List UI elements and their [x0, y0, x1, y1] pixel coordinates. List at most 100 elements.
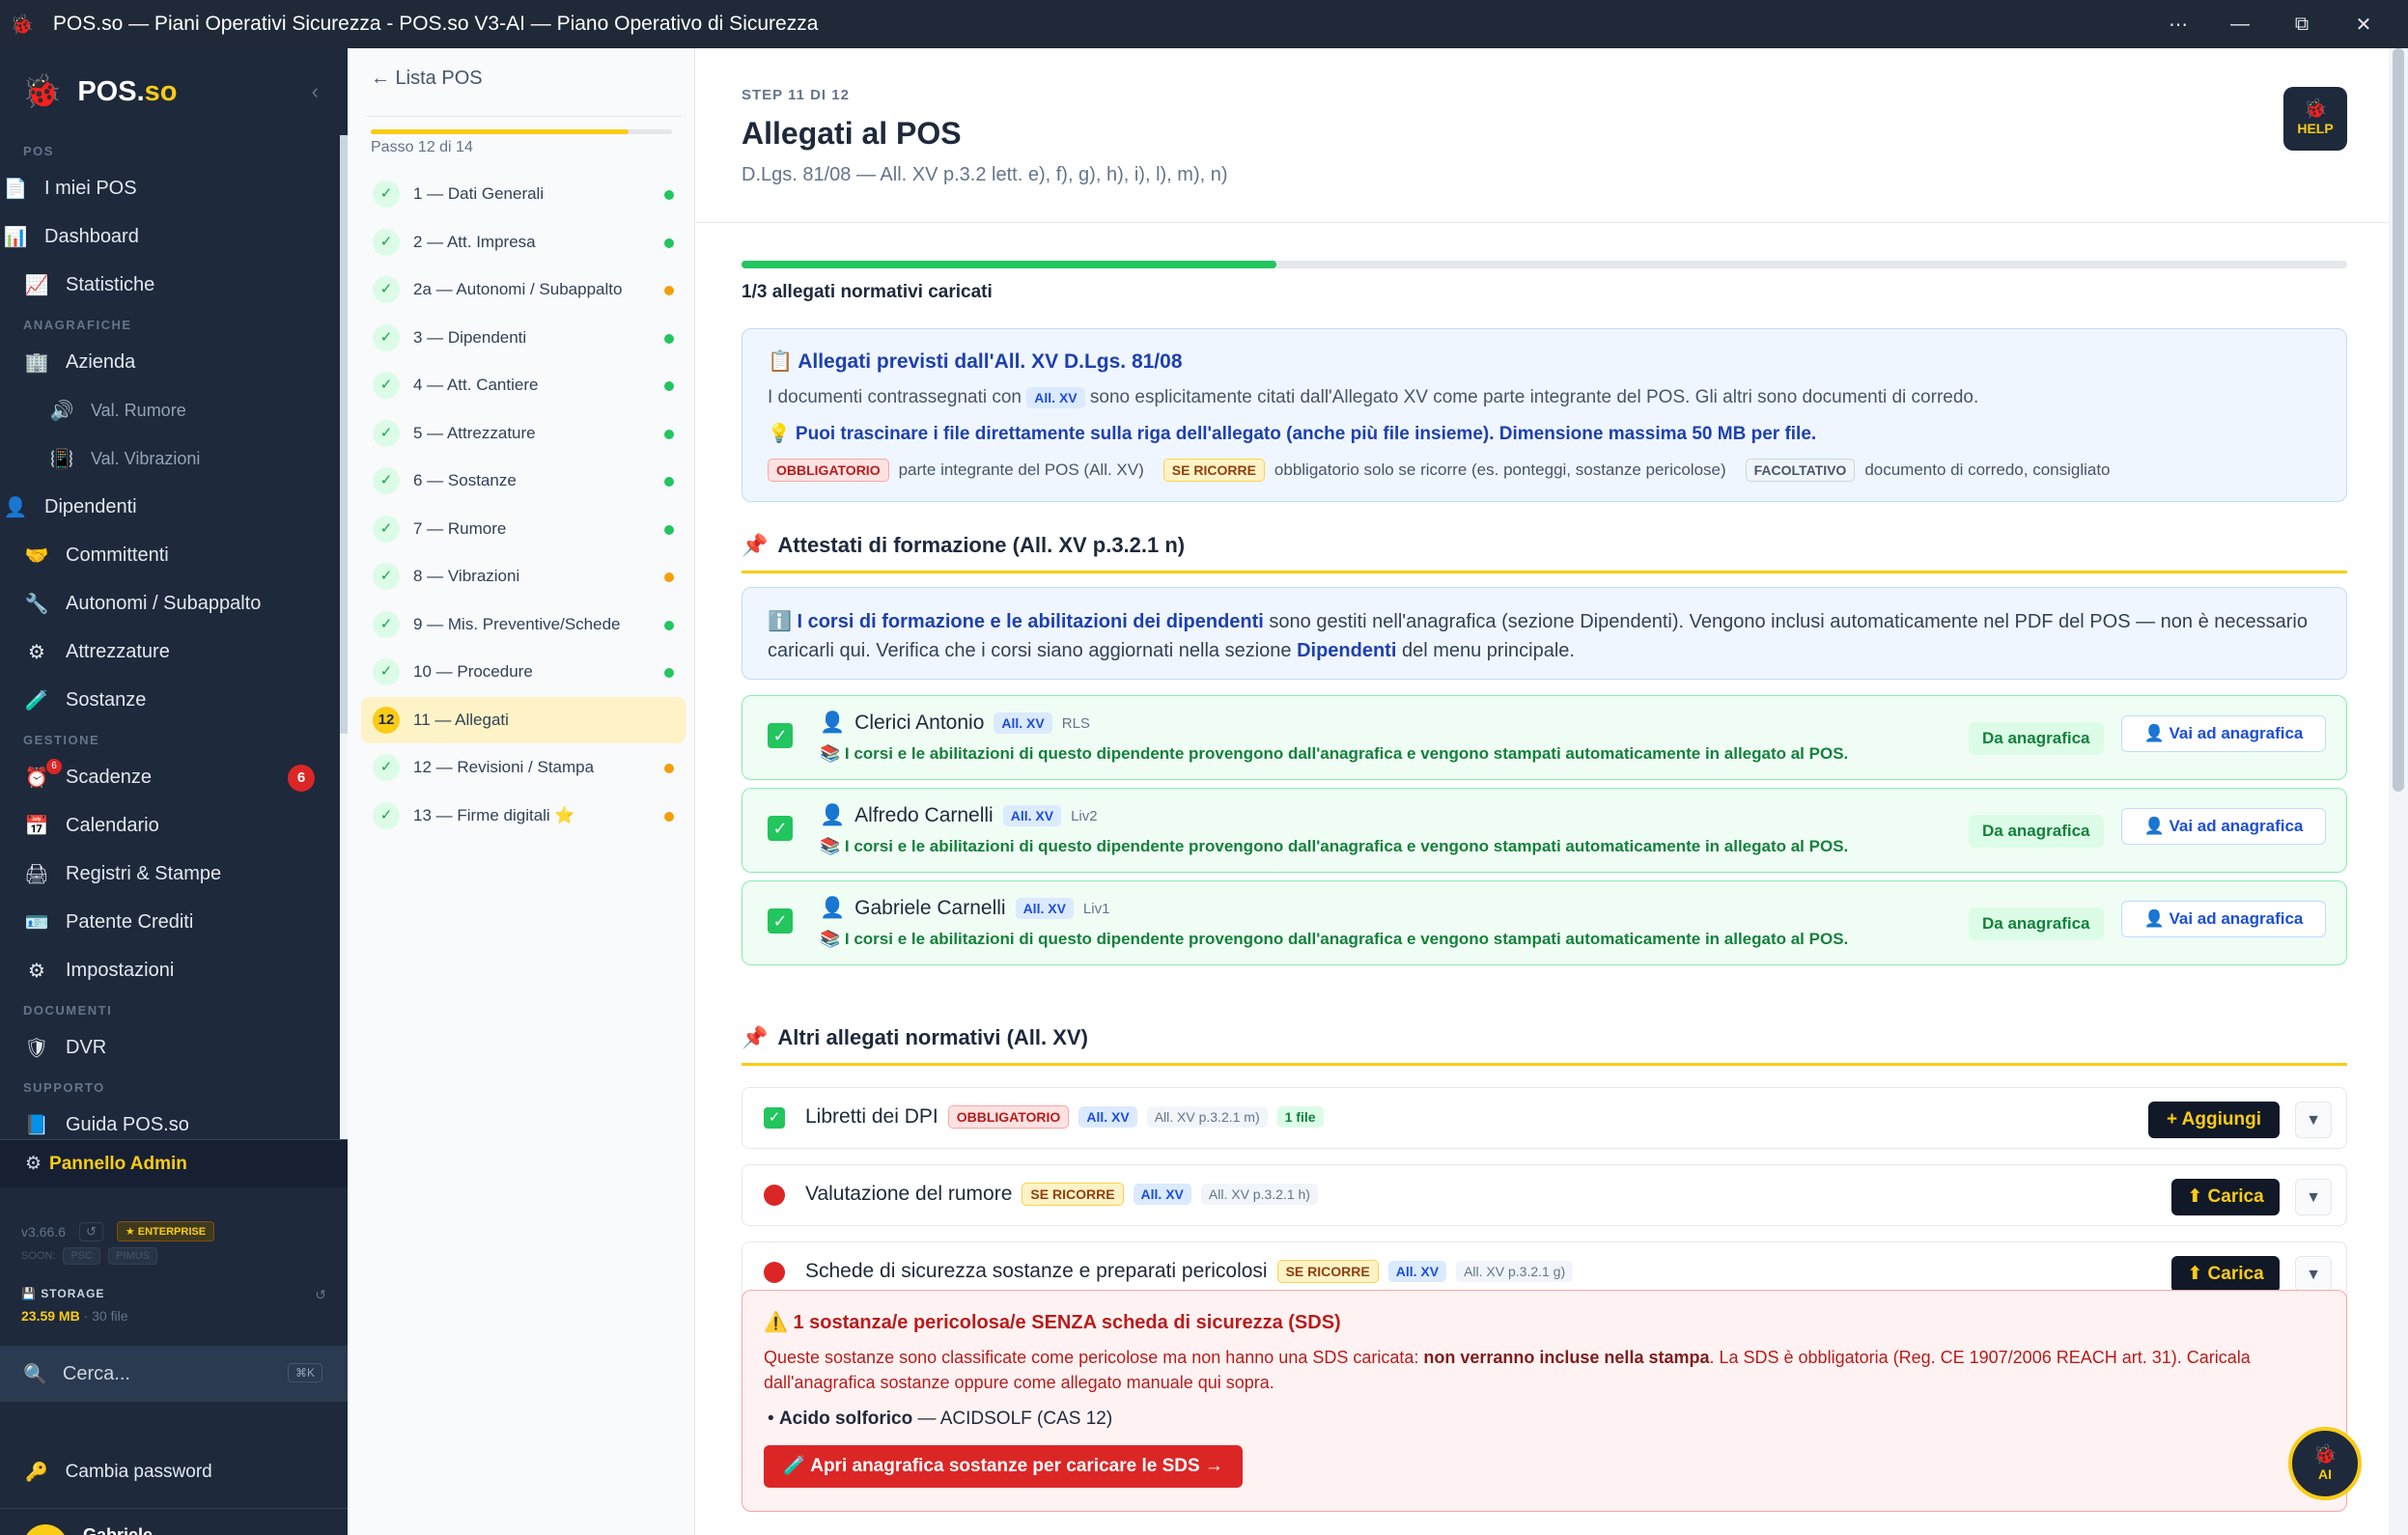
main-scrollbar-thumb[interactable]: [2393, 48, 2404, 792]
expand-icon[interactable]: ▼: [2295, 1256, 2332, 1293]
main-scrollbar[interactable]: [2389, 48, 2408, 1535]
employee-description: 📚 I corsi e le abilitazioni di questo di…: [820, 930, 1849, 948]
steps-progress-bar: [371, 129, 672, 134]
step-item[interactable]: ✓ 8 — Vibrazioni: [361, 553, 686, 600]
sidebar-item-miei-pos[interactable]: 📄 I miei POS: [0, 164, 348, 212]
close-icon[interactable]: ✕: [2333, 13, 2394, 37]
check-icon: ✓: [373, 610, 400, 638]
missing-status-icon: [764, 1262, 785, 1283]
sidebar-item-val-vibrazioni[interactable]: 📳 Val. Vibrazioni: [0, 434, 348, 483]
step-item[interactable]: ✓ 7 — Rumore: [361, 506, 686, 552]
ladybug-icon: 🐞: [2312, 1444, 2338, 1465]
brand[interactable]: 🐞 POS.so ‹: [0, 48, 348, 135]
requirement-chip: SE RICORRE: [1276, 1260, 1379, 1283]
collapse-sidebar-icon[interactable]: ‹: [312, 79, 319, 104]
person-icon: 👤: [3, 496, 28, 518]
warning-text: Queste sostanze sono classificate come p…: [764, 1348, 2251, 1392]
upload-button[interactable]: ⬆ Carica: [2171, 1179, 2280, 1215]
change-password-link[interactable]: 🔑 Cambia password: [25, 1461, 212, 1484]
sidebar-item-committenti[interactable]: 🤝 Committenti: [0, 531, 348, 579]
step-item[interactable]: ✓ 3 — Dipendenti: [361, 315, 686, 361]
step-item[interactable]: ✓ 10 — Procedure: [361, 649, 686, 695]
check-icon: ✓: [373, 658, 400, 685]
step-label: 11 — Allegati: [413, 710, 509, 729]
expand-icon[interactable]: ▼: [2295, 1179, 2332, 1215]
sidebar-item-attrezzature[interactable]: ⚙ Attrezzature: [0, 628, 348, 676]
section-label-anagrafiche: ANAGRAFICHE: [23, 318, 132, 332]
step-number-badge: 12: [373, 706, 400, 734]
warning-title: ⚠️ 1 sostanza/e pericolosa/e SENZA sched…: [764, 1312, 1341, 1333]
sidebar-item-patente[interactable]: 🪪 Patente Crediti: [0, 898, 348, 946]
step-indicator: STEP 11 DI 12: [742, 87, 850, 103]
requirement-chip: OBBLIGATORIO: [947, 1105, 1070, 1129]
step-item[interactable]: ✓ 5 — Attrezzature: [361, 410, 686, 457]
attachments-progress-label: 1/3 allegati normativi caricati: [742, 282, 993, 302]
sidebar-item-calendario[interactable]: 📅 Calendario: [0, 801, 348, 850]
step-item[interactable]: ✓ 4 — Att. Cantiere: [361, 362, 686, 408]
go-to-registry-button[interactable]: 👤 Vai ad anagrafica: [2121, 901, 2326, 937]
check-icon: ✓: [373, 228, 400, 256]
chart-icon: 📈: [24, 274, 49, 296]
sidebar-item-azienda[interactable]: 🏢 Azienda: [0, 338, 348, 386]
attachment-row[interactable]: Valutazione del rumore SE RICORRE All. XV A…: [742, 1164, 2347, 1226]
expand-icon[interactable]: ▼: [2295, 1102, 2332, 1138]
step-item[interactable]: ✓ 2 — Att. Impresa: [361, 219, 686, 265]
help-button[interactable]: 🐞 HELP: [2283, 87, 2347, 151]
step-item[interactable]: ✓ 1 — Dati Generali: [361, 171, 686, 217]
all-xv-chip: All. XV: [1078, 1106, 1137, 1128]
go-to-registry-button[interactable]: 👤 Vai ad anagrafica: [2121, 715, 2326, 752]
sidebar-item-statistiche[interactable]: 📈 Statistiche: [0, 261, 348, 309]
info-box: 📋 Allegati previsti dall'All. XV D.Lgs. …: [742, 328, 2347, 502]
steps-progress-label: Passo 12 di 14: [371, 139, 473, 155]
more-options-icon[interactable]: ⋯: [2147, 13, 2209, 37]
sidebar-item-dvr[interactable]: 🛡 DVR: [0, 1023, 348, 1072]
user-profile[interactable]: G GabrieleSuperadmin ⏻: [0, 1508, 348, 1535]
add-file-button[interactable]: + Aggiungi: [2148, 1102, 2280, 1138]
step-item[interactable]: ✓ 6 — Sostanze: [361, 458, 686, 504]
upload-button[interactable]: ⬆ Carica: [2171, 1256, 2280, 1293]
back-to-list-link[interactable]: ← Lista POS: [371, 68, 483, 90]
sidebar-item-scadenze[interactable]: ⏰ 6 Scadenze 6: [0, 753, 348, 801]
sidebar-scrollbar-thumb[interactable]: [340, 135, 348, 734]
employee-name: Gabriele Carnelli: [854, 897, 1006, 919]
open-substances-button[interactable]: 🧪 Apri anagrafica sostanze per caricare …: [764, 1445, 1243, 1488]
admin-panel-link[interactable]: ⚙ Pannello Admin: [0, 1139, 348, 1187]
attachment-title: Valutazione del rumore: [805, 1183, 1013, 1205]
search-input[interactable]: 🔍 Cerca... ⌘K: [0, 1346, 348, 1402]
sidebar-item-val-rumore[interactable]: 🔊 Val. Rumore: [0, 386, 348, 434]
step-item[interactable]: ✓ 2a — Autonomi / Subappalto: [361, 266, 686, 313]
step-item[interactable]: ✓ 9 — Mis. Preventive/Schede: [361, 601, 686, 648]
steps-panel: ← Lista POS Passo 12 di 14 ✓ 1 — Dati Gen…: [348, 48, 695, 1535]
go-to-registry-button[interactable]: 👤 Vai ad anagrafica: [2121, 808, 2326, 845]
reference-chip: All. XV p.3.2.1 g): [1456, 1261, 1574, 1282]
step-item[interactable]: 12 11 — Allegati: [361, 696, 686, 743]
dashboard-icon: 📊: [3, 226, 28, 248]
minimize-icon[interactable]: —: [2209, 14, 2271, 36]
restore-icon[interactable]: ⧉: [2271, 14, 2333, 36]
step-item[interactable]: ✓ 13 — Firme digitali ⭐: [361, 793, 686, 839]
sidebar-item-dipendenti[interactable]: 👤 Dipendenti: [0, 483, 348, 531]
sidebar-item-registri[interactable]: 🖨 Registri & Stampe: [0, 850, 348, 898]
ai-assistant-button[interactable]: 🐞 AI: [2288, 1427, 2362, 1500]
sidebar-item-autonomi[interactable]: 🔧 Autonomi / Subappalto: [0, 579, 348, 628]
employee-description: 📚 I corsi e le abilitazioni di questo di…: [820, 744, 1849, 763]
employee-row: ✓ 👤 Alfredo Carnelli All. XV Liv2 📚 I corsi e…: [742, 788, 2347, 873]
section-heading-attestati: 📌 Attestati di formazione (All. XV p.3.2.…: [742, 533, 2347, 573]
handshake-icon: 🤝: [24, 544, 49, 567]
employee-description: 📚 I corsi e le abilitazioni di questo di…: [820, 837, 1849, 855]
step-status-dot: [664, 190, 674, 200]
storage-used: 23.59 MB: [21, 1308, 80, 1324]
step-item[interactable]: ✓ 12 — Revisioni / Stampa: [361, 744, 686, 791]
scadenze-count-badge: 6: [288, 765, 315, 792]
app-logo-icon: 🐞: [10, 14, 34, 36]
refresh-icon[interactable]: ↺: [78, 1221, 103, 1242]
storage-info: 💾 STORAGE 23.59 MB · 30 file ↺: [21, 1287, 326, 1324]
wrench-icon: 🔧: [24, 593, 49, 615]
sidebar-item-dashboard[interactable]: 📊 Dashboard: [0, 212, 348, 261]
sidebar-item-impostazioni[interactable]: ⚙ Impostazioni: [0, 946, 348, 994]
attachment-row[interactable]: ✓ Libretti dei DPI OBBLIGATORIO All. XV All.…: [742, 1087, 2347, 1149]
storage-refresh-icon[interactable]: ↺: [315, 1287, 326, 1303]
step-label: 8 — Vibrazioni: [413, 567, 520, 585]
sidebar-item-sostanze[interactable]: 🧪 Sostanze: [0, 676, 348, 724]
employee-level: Liv1: [1082, 900, 1110, 917]
